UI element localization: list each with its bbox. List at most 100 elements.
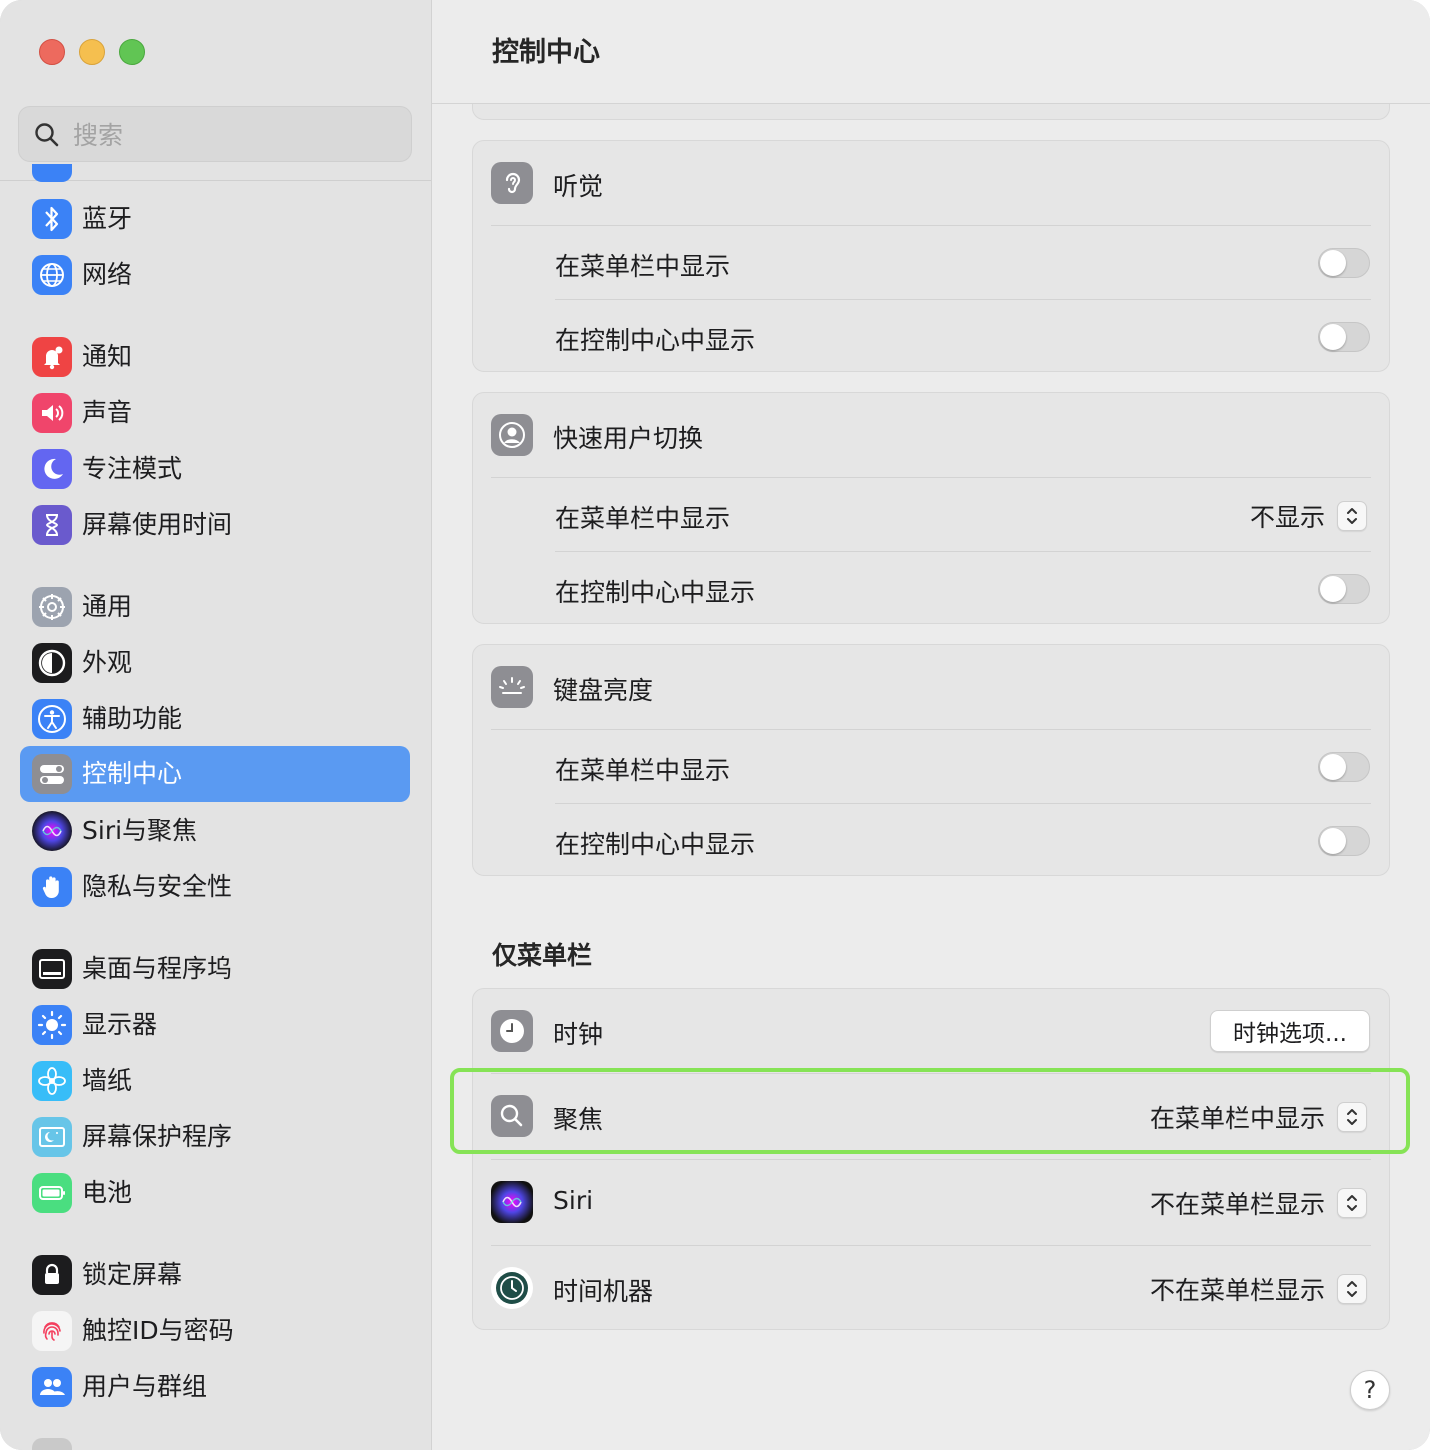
speaker-icon: [32, 393, 72, 433]
fast-user-switching-control-center-label: 在控制中心中显示: [555, 578, 756, 607]
sidebar-item-label: 控制中心: [82, 759, 183, 788]
sidebar-item-bluetooth[interactable]: 蓝牙: [20, 191, 410, 247]
sidebar-item-desktop-dock[interactable]: 桌面与程序坞: [20, 941, 410, 997]
sidebar-item-users-groups[interactable]: 用户与群组: [20, 1359, 410, 1415]
fast-user-switching-title: 快速用户切换: [553, 424, 704, 453]
sidebar-item-label: 通用: [82, 592, 133, 621]
help-button[interactable]: ?: [1350, 1370, 1390, 1410]
keyboard-brightness-title: 键盘亮度: [553, 676, 654, 705]
keyboard-brightness-icon: [491, 666, 533, 708]
sidebar-item-label: Siri与聚焦: [82, 816, 198, 845]
separator: [555, 299, 1371, 300]
sidebar-item-control-center[interactable]: 控制中心: [20, 746, 410, 802]
popup-value: 不在菜单栏显示: [1149, 1276, 1325, 1305]
clock-title: 时钟: [553, 1020, 604, 1049]
fast-user-switching-menubar-popup[interactable]: 不显示: [1250, 499, 1367, 533]
network-globe-icon: [32, 255, 72, 295]
fast-user-switching-menubar-label: 在菜单栏中显示: [555, 504, 731, 533]
sidebar-item-notifications[interactable]: 通知: [20, 329, 410, 385]
sidebar-item-network[interactable]: 网络: [20, 247, 410, 303]
sidebar-item-label: 桌面与程序坞: [82, 954, 233, 983]
clock-options-button[interactable]: 时钟选项...: [1210, 1010, 1370, 1052]
control-center-icon: [32, 754, 72, 794]
sidebar-item-label: 蓝牙: [82, 204, 133, 233]
time-machine-menubar-popup[interactable]: 不在菜单栏显示: [1150, 1272, 1367, 1306]
moon-icon: [32, 449, 72, 489]
sidebar-item-touch-id[interactable]: 触控ID与密码: [20, 1303, 410, 1359]
sidebar-item-accessibility[interactable]: 辅助功能: [20, 691, 410, 747]
sidebar-item-battery[interactable]: 电池: [20, 1165, 410, 1221]
siri-title: Siri: [553, 1186, 594, 1215]
time-machine-icon: [491, 1267, 533, 1309]
spotlight-title: 聚焦: [553, 1105, 604, 1134]
sidebar-item-label: 电池: [82, 1178, 133, 1207]
chevron-up-down-icon: [1337, 1188, 1367, 1218]
hearing-control-center-toggle[interactable]: [1318, 322, 1370, 352]
search-input[interactable]: [73, 115, 393, 155]
close-window-button[interactable]: [39, 39, 65, 65]
flower-icon: [32, 1061, 72, 1101]
spotlight-menubar-popup[interactable]: 在菜单栏中显示: [1150, 1100, 1367, 1134]
zoom-window-button[interactable]: [119, 39, 145, 65]
separator: [491, 729, 1371, 730]
fast-user-switching-card: 快速用户切换 在菜单栏中显示 不显示 在控制中心中显示: [472, 392, 1390, 624]
bluetooth-icon: [32, 199, 72, 239]
main-content: 控制中心 听觉 在菜单栏中显示 在控制中心中显示 快速用户切换 在菜单栏中显示: [432, 0, 1430, 1450]
keyboard-brightness-menubar-toggle[interactable]: [1318, 752, 1370, 782]
sidebar-item-label: 触控ID与密码: [82, 1316, 234, 1345]
keyboard-brightness-card: 键盘亮度 在菜单栏中显示 在控制中心中显示: [472, 644, 1390, 876]
gear-icon: [32, 587, 72, 627]
sidebar-item-focus[interactable]: 专注模式: [20, 441, 410, 497]
hearing-menubar-toggle[interactable]: [1318, 248, 1370, 278]
siri-menubar-popup[interactable]: 不在菜单栏显示: [1150, 1186, 1367, 1220]
hand-icon: [32, 867, 72, 907]
page-title: 控制中心: [492, 37, 600, 68]
sidebar-item-siri-spotlight[interactable]: Siri与聚焦: [20, 803, 410, 859]
sidebar-item-label: 用户与群组: [82, 1372, 208, 1401]
sidebar-item-privacy-security[interactable]: 隐私与安全性: [20, 859, 410, 915]
sidebar-item-sound[interactable]: 声音: [20, 385, 410, 441]
ear-icon: [491, 162, 533, 204]
popup-value: 在菜单栏中显示: [1149, 1104, 1325, 1133]
partially-hidden-icon: [32, 1438, 72, 1450]
sidebar-item-displays[interactable]: 显示器: [20, 997, 410, 1053]
search-icon: [35, 123, 59, 147]
sidebar-item-screen-saver[interactable]: 屏幕保护程序: [20, 1109, 410, 1165]
sidebar-item-general[interactable]: 通用: [20, 579, 410, 635]
sidebar-item-label: 辅助功能: [82, 704, 183, 733]
time-machine-title: 时间机器: [553, 1277, 654, 1306]
sidebar-item-label: 锁定屏幕: [82, 1260, 183, 1289]
siri-icon: [491, 1181, 533, 1223]
minimize-window-button[interactable]: [79, 39, 105, 65]
partially-hidden-icon: [32, 164, 72, 182]
bell-icon: [32, 337, 72, 377]
hourglass-icon: [32, 505, 72, 545]
sidebar-item-wallpaper[interactable]: 墙纸: [20, 1053, 410, 1109]
titlebar: 控制中心: [432, 0, 1430, 104]
keyboard-brightness-control-center-label: 在控制中心中显示: [555, 830, 756, 859]
chevron-up-down-icon: [1337, 501, 1367, 531]
keyboard-brightness-menubar-label: 在菜单栏中显示: [555, 756, 731, 785]
sidebar-item-label: 专注模式: [82, 454, 183, 483]
system-settings-window: 蓝牙 网络 通知 声音 专注模式: [0, 0, 1430, 1450]
fast-user-switching-control-center-toggle[interactable]: [1318, 574, 1370, 604]
sidebar-item-label: 网络: [82, 260, 133, 289]
sidebar-item-label: 外观: [82, 648, 133, 677]
sidebar-item-appearance[interactable]: 外观: [20, 635, 410, 691]
separator: [555, 551, 1371, 552]
sidebar-item-label: 显示器: [82, 1010, 158, 1039]
accessibility-icon: [32, 699, 72, 739]
separator: [491, 1159, 1371, 1160]
clock-icon: [491, 1010, 533, 1052]
sidebar-item-screen-time[interactable]: 屏幕使用时间: [20, 497, 410, 553]
sidebar-item-lock-screen[interactable]: 锁定屏幕: [20, 1247, 410, 1303]
menubar-only-section-title: 仅菜单栏: [492, 941, 593, 970]
hearing-menubar-label: 在菜单栏中显示: [555, 252, 731, 281]
keyboard-brightness-control-center-toggle[interactable]: [1318, 826, 1370, 856]
chevron-up-down-icon: [1337, 1274, 1367, 1304]
menubar-only-card: 时钟 时钟选项... 聚焦 在菜单栏中显示 Siri 不在菜单栏显示 时间机器 …: [472, 988, 1390, 1330]
sidebar-search[interactable]: [18, 106, 412, 162]
sidebar-item-label: 屏幕使用时间: [82, 510, 233, 539]
popup-value: 不在菜单栏显示: [1149, 1190, 1325, 1219]
battery-icon: [32, 1173, 72, 1213]
